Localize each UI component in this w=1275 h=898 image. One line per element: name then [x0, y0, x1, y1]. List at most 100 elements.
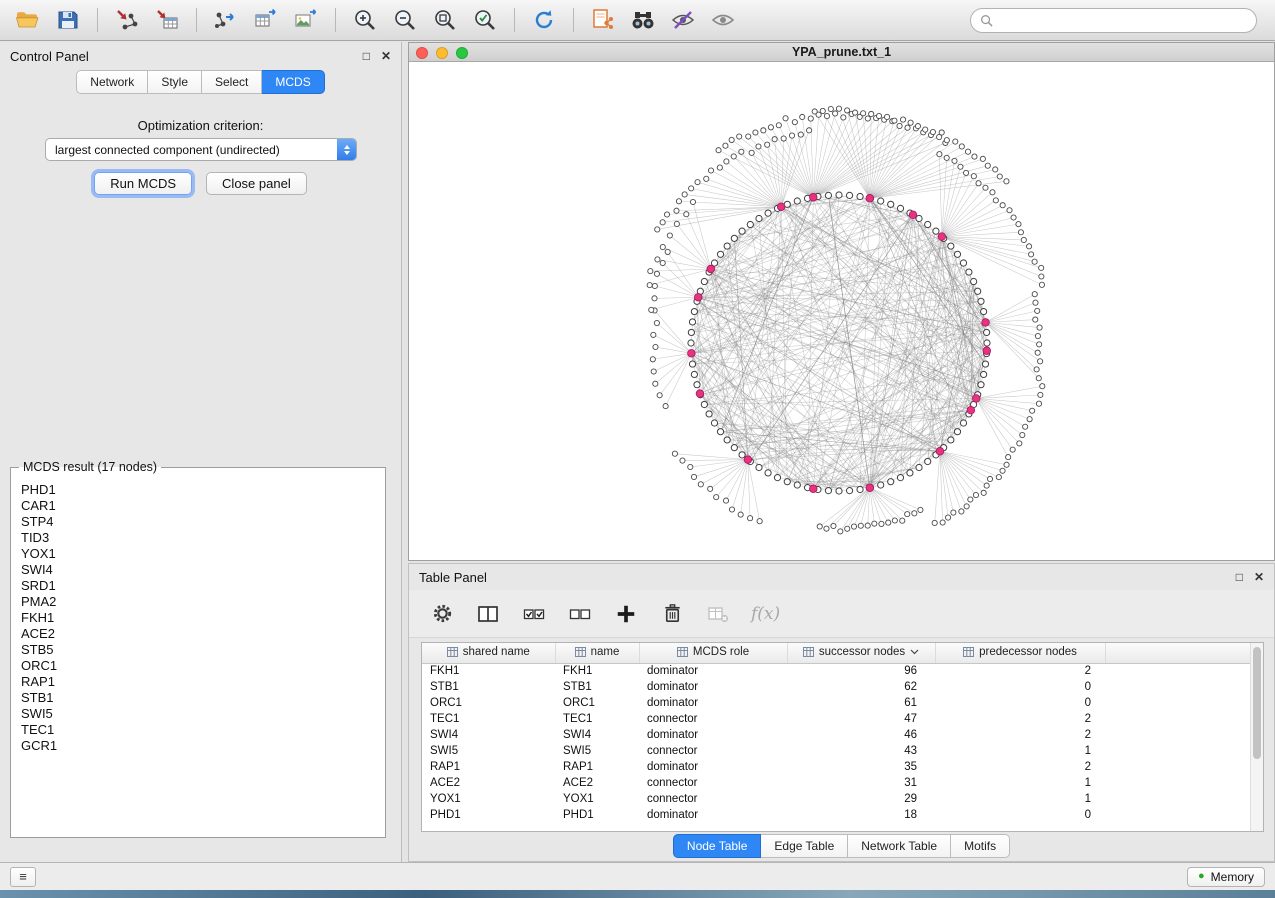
open-session-button[interactable]: [10, 5, 46, 35]
function-builder-button[interactable]: f(x): [751, 604, 780, 624]
table-cell-shared_name[interactable]: ORC1: [422, 695, 555, 711]
table-tab-motifs[interactable]: Motifs: [951, 834, 1010, 858]
mcds-result-item[interactable]: PHD1: [21, 482, 375, 498]
table-cell-name[interactable]: RAP1: [555, 759, 639, 775]
table-cell-successors[interactable]: 96: [787, 663, 935, 679]
mcds-result-item[interactable]: ORC1: [21, 658, 375, 674]
delete-columns-button[interactable]: [659, 601, 685, 627]
mcds-result-item[interactable]: PMA2: [21, 594, 375, 610]
table-cell-predecessors[interactable]: 2: [935, 663, 1105, 679]
table-row[interactable]: ORC1ORC1dominator610: [422, 695, 1252, 711]
table-cell-role[interactable]: dominator: [639, 679, 787, 695]
table-cell-role[interactable]: connector: [639, 791, 787, 807]
close-panel-button[interactable]: Close panel: [206, 172, 307, 195]
table-cell-role[interactable]: dominator: [639, 807, 787, 823]
table-cell-predecessors[interactable]: 1: [935, 743, 1105, 759]
table-cell-predecessors[interactable]: 1: [935, 791, 1105, 807]
table-row[interactable]: YOX1YOX1connector291: [422, 791, 1252, 807]
global-search-field[interactable]: [970, 8, 1257, 33]
table-cell-successors[interactable]: 61: [787, 695, 935, 711]
search-network-button[interactable]: [625, 5, 661, 35]
export-table-button[interactable]: [248, 5, 284, 35]
table-cell-successors[interactable]: 31: [787, 775, 935, 791]
table-cell-name[interactable]: YOX1: [555, 791, 639, 807]
mcds-result-item[interactable]: STB1: [21, 690, 375, 706]
table-row[interactable]: ACE2ACE2connector311: [422, 775, 1252, 791]
table-cell-shared_name[interactable]: SWI4: [422, 727, 555, 743]
table-cell-role[interactable]: dominator: [639, 695, 787, 711]
float-panel-icon[interactable]: □: [363, 50, 370, 62]
table-cell-role[interactable]: connector: [639, 711, 787, 727]
refresh-button[interactable]: [526, 5, 562, 35]
table-cell-_fill[interactable]: [1105, 727, 1252, 743]
scrollbar-thumb[interactable]: [1253, 647, 1261, 759]
table-tab-node-table[interactable]: Node Table: [673, 834, 762, 858]
table-row[interactable]: SWI5SWI5connector431: [422, 743, 1252, 759]
table-cell-successors[interactable]: 29: [787, 791, 935, 807]
table-cell-_fill[interactable]: [1105, 743, 1252, 759]
mcds-result-item[interactable]: ACE2: [21, 626, 375, 642]
column-header-successor-nodes[interactable]: successor nodes: [787, 643, 935, 663]
select-all-rows-button[interactable]: [521, 601, 547, 627]
table-cell-_fill[interactable]: [1105, 759, 1252, 775]
table-cell-successors[interactable]: 43: [787, 743, 935, 759]
table-cell-_fill[interactable]: [1105, 695, 1252, 711]
table-cell-name[interactable]: STB1: [555, 679, 639, 695]
table-cell-name[interactable]: TEC1: [555, 711, 639, 727]
deselect-all-rows-button[interactable]: [567, 601, 593, 627]
table-cell-predecessors[interactable]: 1: [935, 775, 1105, 791]
table-row[interactable]: TEC1TEC1connector472: [422, 711, 1252, 727]
table-cell-role[interactable]: connector: [639, 775, 787, 791]
zoom-fit-button[interactable]: [427, 5, 463, 35]
table-cell-shared_name[interactable]: PHD1: [422, 807, 555, 823]
table-cell-predecessors[interactable]: 0: [935, 807, 1105, 823]
table-cell-_fill[interactable]: [1105, 807, 1252, 823]
mcds-result-item[interactable]: GCR1: [21, 738, 375, 754]
close-panel-icon[interactable]: ✕: [1254, 571, 1264, 583]
close-window-icon[interactable]: [416, 47, 428, 59]
close-panel-icon[interactable]: ✕: [381, 50, 391, 62]
table-cell-shared_name[interactable]: FKH1: [422, 663, 555, 679]
export-image-button[interactable]: [288, 5, 324, 35]
table-cell-successors[interactable]: 35: [787, 759, 935, 775]
zoom-selected-button[interactable]: [467, 5, 503, 35]
mcds-result-item[interactable]: STP4: [21, 514, 375, 530]
table-tab-edge-table[interactable]: Edge Table: [761, 834, 848, 858]
status-menu-button[interactable]: ≡: [10, 867, 36, 887]
table-cell-shared_name[interactable]: TEC1: [422, 711, 555, 727]
show-columns-button[interactable]: [475, 601, 501, 627]
tab-select[interactable]: Select: [202, 70, 262, 94]
table-cell-_fill[interactable]: [1105, 791, 1252, 807]
table-cell-_fill[interactable]: [1105, 679, 1252, 695]
delete-table-button[interactable]: [705, 601, 731, 627]
mcds-result-item[interactable]: TEC1: [21, 722, 375, 738]
table-cell-predecessors[interactable]: 0: [935, 695, 1105, 711]
table-row[interactable]: FKH1FKH1dominator962: [422, 663, 1252, 679]
export-network-button[interactable]: [208, 5, 244, 35]
table-cell-predecessors[interactable]: 2: [935, 759, 1105, 775]
table-cell-predecessors[interactable]: 2: [935, 727, 1105, 743]
table-row[interactable]: RAP1RAP1dominator352: [422, 759, 1252, 775]
network-graph[interactable]: [409, 62, 1274, 560]
network-canvas[interactable]: [409, 62, 1274, 560]
zoom-in-button[interactable]: [347, 5, 383, 35]
mcds-result-item[interactable]: TID3: [21, 530, 375, 546]
show-all-button[interactable]: [705, 5, 741, 35]
import-network-from-file-button[interactable]: [109, 5, 145, 35]
table-cell-_fill[interactable]: [1105, 775, 1252, 791]
table-cell-shared_name[interactable]: ACE2: [422, 775, 555, 791]
table-cell-shared_name[interactable]: SWI5: [422, 743, 555, 759]
table-row[interactable]: PHD1PHD1dominator180: [422, 807, 1252, 823]
table-row[interactable]: SWI4SWI4dominator462: [422, 727, 1252, 743]
table-cell-name[interactable]: SWI5: [555, 743, 639, 759]
mcds-result-item[interactable]: YOX1: [21, 546, 375, 562]
table-cell-shared_name[interactable]: RAP1: [422, 759, 555, 775]
table-cell-name[interactable]: ACE2: [555, 775, 639, 791]
tab-network[interactable]: Network: [76, 70, 148, 94]
table-cell-name[interactable]: PHD1: [555, 807, 639, 823]
import-table-from-file-button[interactable]: [149, 5, 185, 35]
tab-style[interactable]: Style: [148, 70, 202, 94]
memory-button[interactable]: ● Memory: [1187, 867, 1265, 887]
table-cell-successors[interactable]: 46: [787, 727, 935, 743]
table-cell-role[interactable]: dominator: [639, 759, 787, 775]
